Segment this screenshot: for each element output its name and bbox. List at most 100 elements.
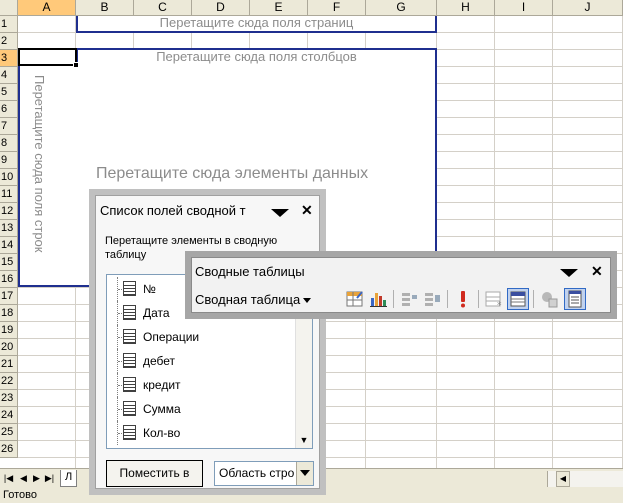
column-header-i[interactable]: I	[495, 0, 553, 16]
field-label: Дата	[143, 306, 170, 320]
area-select[interactable]: Область стро	[214, 461, 314, 486]
field-icon	[123, 305, 136, 320]
row-header-7[interactable]: 7	[0, 118, 18, 135]
column-header-b[interactable]: B	[76, 0, 134, 16]
active-cell-a3[interactable]	[18, 48, 77, 66]
close-icon[interactable]: ✕	[301, 202, 313, 219]
column-header-h[interactable]: H	[437, 0, 495, 16]
select-all-corner[interactable]	[0, 0, 18, 16]
chevron-down-icon[interactable]	[296, 462, 313, 485]
always-display-items-icon[interactable]	[507, 288, 529, 310]
column-fields-drop-zone[interactable]: Перетащите сюда поля столбцов	[76, 48, 437, 66]
row-header-18[interactable]: 18	[0, 305, 18, 322]
horizontal-scrollbar[interactable]: ◀	[547, 471, 623, 487]
row-header-20[interactable]: 20	[0, 339, 18, 356]
row-header-17[interactable]: 17	[0, 288, 18, 305]
row-header-4[interactable]: 4	[0, 67, 18, 84]
pivottable-menu[interactable]: Сводная таблица	[195, 292, 312, 307]
fill-handle[interactable]	[73, 62, 79, 68]
field-list-title: Список полей сводной т	[100, 203, 246, 218]
sheet-tab[interactable]: Л	[60, 470, 78, 487]
column-header-j[interactable]: J	[553, 0, 623, 16]
pivot-field-list-pane[interactable]: Список полей сводной т ✕ Перетащите элем…	[89, 189, 326, 495]
add-to-button[interactable]: Поместить в	[106, 460, 203, 487]
column-header-f[interactable]: F	[308, 0, 366, 16]
menu-mnemonic: д	[218, 292, 226, 307]
menu-arrow-icon	[303, 298, 312, 304]
toolbar-separator	[393, 290, 394, 308]
row-header-26[interactable]: 26	[0, 441, 18, 458]
field-icon	[123, 377, 136, 392]
format-report-icon[interactable]	[344, 288, 366, 310]
column-header-a[interactable]: A	[18, 0, 76, 16]
field-icon	[123, 281, 136, 296]
row-header-6[interactable]: 6	[0, 101, 18, 118]
row-header-12[interactable]: 12	[0, 203, 18, 220]
field-settings-icon[interactable]	[538, 288, 560, 310]
pivottable-toolbar[interactable]: Сводные таблицы ✕ Сводная таблица *	[185, 251, 617, 319]
scroll-down-icon[interactable]: ▼	[296, 432, 312, 448]
row-header-3[interactable]: 3	[0, 50, 18, 67]
toolbar-separator	[533, 290, 534, 308]
page-fields-drop-zone[interactable]: Перетащите сюда поля страниц	[76, 16, 437, 33]
row-header-2[interactable]: 2	[0, 33, 18, 50]
field-item[interactable]: Операции	[107, 325, 297, 349]
hide-detail-icon[interactable]	[398, 288, 420, 310]
close-icon[interactable]: ✕	[591, 263, 603, 280]
row-header-8[interactable]: 8	[0, 135, 18, 152]
column-header-g[interactable]: G	[366, 0, 437, 16]
data-zone-label: Перетащите сюда элементы данных	[96, 165, 369, 182]
column-zone-label: Перетащите сюда поля столбцов	[156, 49, 357, 64]
row-header-11[interactable]: 11	[0, 186, 18, 203]
row-header-14[interactable]: 14	[0, 237, 18, 254]
next-sheet-icon[interactable]: ▶	[30, 472, 43, 485]
last-sheet-icon[interactable]: ▶|	[43, 472, 56, 485]
column-header-c[interactable]: C	[134, 0, 192, 16]
row-header-9[interactable]: 9	[0, 152, 18, 169]
row-zone-label: Перетащите сюда поля строк	[32, 75, 47, 253]
field-label: дебет	[143, 354, 176, 368]
prev-sheet-icon[interactable]: ◀	[17, 472, 30, 485]
field-item[interactable]: дебет	[107, 349, 297, 373]
toolbar-separator	[447, 290, 448, 308]
toolbar-options-icon[interactable]	[560, 269, 578, 277]
row-header-13[interactable]: 13	[0, 220, 18, 237]
area-select-value: Область стро	[219, 466, 295, 480]
field-label: №	[143, 282, 156, 296]
toolbar-title: Сводные таблицы	[195, 264, 305, 279]
field-item[interactable]: Сумма	[107, 397, 297, 421]
field-icon	[123, 329, 136, 344]
column-header-d[interactable]: D	[192, 0, 250, 16]
row-header-10[interactable]: 10	[0, 169, 18, 186]
refresh-data-icon[interactable]	[452, 288, 474, 310]
row-header-19[interactable]: 19	[0, 322, 18, 339]
field-item[interactable]: кредит	[107, 373, 297, 397]
row-header-1[interactable]: 1	[0, 16, 18, 33]
row-fields-drop-zone[interactable]: Перетащите сюда поля строк	[18, 65, 77, 287]
row-header-5[interactable]: 5	[0, 84, 18, 101]
pane-options-icon[interactable]	[271, 209, 289, 217]
show-field-list-icon[interactable]	[564, 288, 586, 310]
field-icon	[123, 401, 136, 416]
row-header-21[interactable]: 21	[0, 356, 18, 373]
menu-text-2: ная таблица	[225, 292, 301, 307]
page-zone-label: Перетащите сюда поля страниц	[159, 15, 354, 30]
column-header-e[interactable]: E	[250, 0, 308, 16]
show-detail-icon[interactable]	[421, 288, 443, 310]
field-label: кредит	[143, 378, 181, 392]
row-header-25[interactable]: 25	[0, 424, 18, 441]
chart-wizard-icon[interactable]	[367, 288, 389, 310]
menu-text-1: Сво	[195, 292, 219, 307]
field-icon	[123, 425, 136, 440]
field-icon	[123, 353, 136, 368]
row-header-24[interactable]: 24	[0, 407, 18, 424]
row-header-16[interactable]: 16	[0, 271, 18, 288]
include-hidden-items-icon[interactable]: *	[483, 288, 505, 311]
first-sheet-icon[interactable]: |◀	[2, 472, 15, 485]
row-header-23[interactable]: 23	[0, 390, 18, 407]
row-header-15[interactable]: 15	[0, 254, 18, 271]
scroll-left-icon[interactable]: ◀	[556, 471, 570, 487]
toolbar-separator	[478, 290, 479, 308]
row-header-22[interactable]: 22	[0, 373, 18, 390]
field-item[interactable]: Кол-во	[107, 421, 297, 445]
